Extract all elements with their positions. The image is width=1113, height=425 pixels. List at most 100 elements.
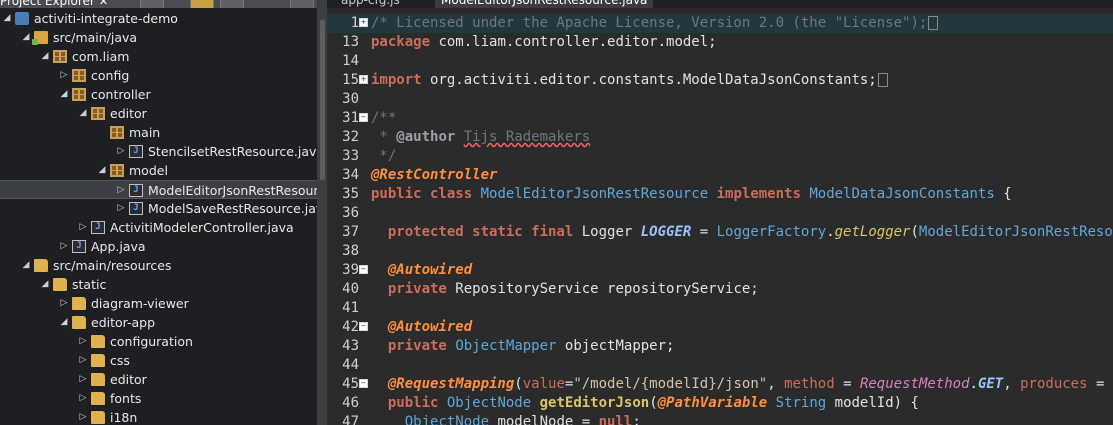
fold-collapse-icon[interactable]: − bbox=[359, 379, 368, 388]
tree-item[interactable]: ▷ config bbox=[0, 66, 317, 85]
tree-item[interactable]: ◢ activiti-integrate-demo bbox=[0, 9, 317, 28]
code-token: value bbox=[522, 376, 565, 392]
code-line[interactable]: 34 @RestController bbox=[327, 166, 1113, 185]
tree-item[interactable]: ◢ src/main/resources bbox=[0, 256, 317, 275]
code-text: /** bbox=[371, 109, 396, 128]
tree-expanded-icon[interactable]: ◢ bbox=[1, 9, 13, 28]
editor-tab-label: ModelEditorJsonRestResource.java bbox=[441, 0, 648, 7]
code-text: private RepositoryService repositoryServ… bbox=[371, 280, 759, 299]
tree-item[interactable]: ▷ editor bbox=[0, 370, 317, 389]
tree-collapsed-icon[interactable]: ▷ bbox=[115, 142, 127, 161]
close-icon[interactable]: ✕ bbox=[99, 0, 108, 8]
tree-item[interactable]: ◢ model bbox=[0, 161, 317, 180]
code-line[interactable]: 33 */ bbox=[327, 147, 1113, 166]
tree-collapsed-icon[interactable]: ▷ bbox=[77, 332, 89, 351]
code-token: public class bbox=[371, 186, 473, 202]
editor-tab[interactable]: app-cfg.js bbox=[335, 0, 406, 8]
minimize-icon[interactable] bbox=[290, 0, 314, 8]
folded-code-marker[interactable] bbox=[877, 73, 888, 87]
explorer-scrollbar[interactable] bbox=[317, 0, 327, 425]
tree-expanded-icon[interactable]: ◢ bbox=[39, 275, 51, 294]
code-line[interactable]: 41 bbox=[327, 299, 1113, 318]
tree-item[interactable]: ▷ diagram-viewer bbox=[0, 294, 317, 313]
tree-collapsed-icon[interactable]: ▷ bbox=[115, 181, 127, 200]
folded-code-marker[interactable] bbox=[928, 16, 939, 30]
view-menu-icon[interactable] bbox=[220, 0, 244, 8]
tree-item[interactable]: ▷ i18n bbox=[0, 408, 317, 425]
tree-expanded-icon[interactable]: ◢ bbox=[58, 313, 70, 332]
fold-expand-icon[interactable]: + bbox=[359, 18, 368, 27]
code-line[interactable]: 36 bbox=[327, 204, 1113, 223]
tree-expanded-icon[interactable]: ◢ bbox=[39, 47, 51, 66]
code-line[interactable]: 1 +/* Licensed under the Apache License, … bbox=[327, 14, 1113, 33]
tree-collapsed-icon[interactable]: ▷ bbox=[77, 351, 89, 370]
line-number: 43 bbox=[342, 338, 359, 354]
tree-expanded-icon[interactable]: ◢ bbox=[58, 85, 70, 104]
code-line[interactable]: 30 bbox=[327, 90, 1113, 109]
tree-item[interactable]: ◢ editor bbox=[0, 104, 317, 123]
tree-collapsed-icon[interactable]: ▷ bbox=[77, 218, 89, 237]
tree-collapsed-icon[interactable]: ▷ bbox=[58, 66, 70, 85]
scrollbar-thumb[interactable] bbox=[320, 20, 325, 180]
code-editor[interactable]: app-cfg.js ModelEditorJsonRestResource.ja… bbox=[327, 0, 1113, 425]
code-line[interactable]: 45− @RequestMapping(value = "/model/{model… bbox=[327, 375, 1113, 394]
line-number: 42 bbox=[342, 319, 359, 335]
code-line[interactable]: 43 private ObjectMapper objectMapper; bbox=[327, 337, 1113, 356]
code-line[interactable]: 13 package com.liam.controller.editor.mod… bbox=[327, 33, 1113, 52]
tree-item[interactable]: ▷ fonts bbox=[0, 389, 317, 408]
fold-collapse-icon[interactable]: − bbox=[359, 265, 368, 274]
tree-collapsed-icon[interactable]: ▷ bbox=[77, 389, 89, 408]
fold-collapse-icon[interactable]: − bbox=[359, 113, 368, 122]
tree-item[interactable]: ▷J ModelEditorJsonRestResource.java bbox=[0, 180, 317, 199]
tree-expanded-icon[interactable]: ◢ bbox=[20, 256, 32, 275]
tree-collapsed-icon[interactable]: ▷ bbox=[115, 199, 127, 218]
line-number: 15 bbox=[342, 72, 359, 88]
code-line[interactable]: 35 public class ModelEditorJsonRestResour… bbox=[327, 185, 1113, 204]
tree-expanded-icon[interactable]: ◢ bbox=[77, 104, 89, 123]
fold-expand-icon[interactable]: + bbox=[359, 75, 368, 84]
tree-item-label: ModelSaveRestResource.java bbox=[148, 201, 317, 216]
code-line[interactable]: 37 protected static final Logger LOGGER … bbox=[327, 223, 1113, 242]
code-line[interactable]: 46 public ObjectNode getEditorJson(@Path… bbox=[327, 394, 1113, 413]
tree-item[interactable]: ▷ J App.java bbox=[0, 237, 317, 256]
line-number: 13 bbox=[342, 34, 359, 50]
code-line[interactable]: 15 + import org.activiti.editor.constants.… bbox=[327, 71, 1113, 90]
tree-expanded-icon[interactable]: ◢ bbox=[96, 161, 108, 180]
project-explorer-tab[interactable]: Project Explorer ✕ bbox=[0, 0, 108, 8]
code-line[interactable]: 44 bbox=[327, 356, 1113, 375]
code-token: @RestController bbox=[371, 167, 498, 183]
collapse-all-icon[interactable] bbox=[140, 0, 164, 8]
tree-item[interactable]: ▷ J ModelSaveRestResource.java bbox=[0, 199, 317, 218]
tree-item[interactable]: ▷ J ActivitiModelerController.java bbox=[0, 218, 317, 237]
tree-item[interactable]: ◢ src/main/java bbox=[0, 28, 317, 47]
tree-item[interactable]: ◢ com.liam bbox=[0, 47, 317, 66]
tree-item[interactable]: ◢ static bbox=[0, 275, 317, 294]
tree-item[interactable]: ◢ editor-app bbox=[0, 313, 317, 332]
code-line[interactable]: 38 bbox=[327, 242, 1113, 261]
code-line[interactable]: 42− @Autowired bbox=[327, 318, 1113, 337]
tree-collapsed-icon[interactable]: ▷ bbox=[77, 408, 89, 425]
tree-collapsed-icon[interactable]: ▷ bbox=[58, 237, 70, 256]
editor-tab[interactable]: ModelEditorJsonRestResource.java bbox=[435, 0, 654, 8]
code-line[interactable]: 31−/** bbox=[327, 109, 1113, 128]
tree-item[interactable]: main bbox=[0, 123, 317, 142]
folder-icon bbox=[91, 392, 105, 405]
code-line[interactable]: 32 * @author Tijs Rademakers bbox=[327, 128, 1113, 147]
code-line[interactable]: 14 bbox=[327, 52, 1113, 71]
tree-item[interactable]: ◢ controller bbox=[0, 85, 317, 104]
code-line[interactable]: 40 private RepositoryService repositoryS… bbox=[327, 280, 1113, 299]
tree-item-label: src/main/resources bbox=[53, 258, 172, 273]
code-line[interactable]: 47 ObjectNode modelNode = null; bbox=[327, 413, 1113, 425]
tree-collapsed-icon[interactable]: ▷ bbox=[77, 370, 89, 389]
tree-item[interactable]: ▷ css bbox=[0, 351, 317, 370]
tree-collapsed-icon[interactable]: ▷ bbox=[58, 294, 70, 313]
tree-item[interactable]: ▷ configuration bbox=[0, 332, 317, 351]
link-with-editor-icon[interactable] bbox=[190, 0, 214, 8]
code-line[interactable]: 39− @Autowired bbox=[327, 261, 1113, 280]
code-token: protected static final bbox=[387, 224, 574, 240]
tree-expanded-icon[interactable]: ◢ bbox=[20, 28, 32, 47]
line-number: 40 bbox=[342, 281, 359, 297]
fold-collapse-icon[interactable]: − bbox=[359, 322, 368, 331]
tree-item[interactable]: ▷ J StencilsetRestResource.java bbox=[0, 142, 317, 161]
